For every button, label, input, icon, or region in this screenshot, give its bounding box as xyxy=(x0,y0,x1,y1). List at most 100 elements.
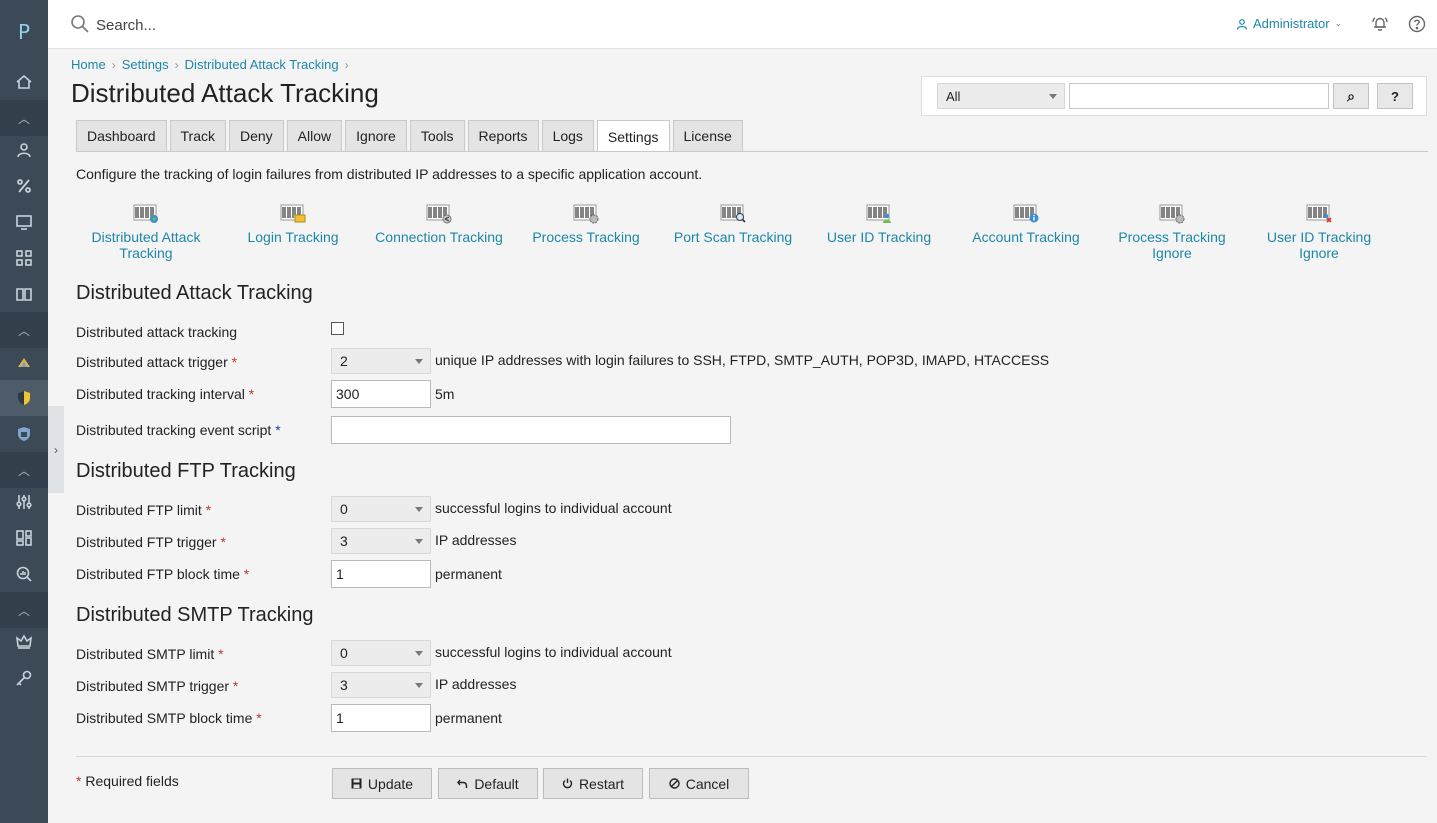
app-logo[interactable]: P xyxy=(0,14,48,50)
chevron-down-icon: ⌄ xyxy=(1334,18,1343,28)
tool-account-tracking[interactable]: Account Tracking xyxy=(953,203,1099,245)
notifications-icon[interactable] xyxy=(1371,15,1389,33)
tab-tools[interactable]: Tools xyxy=(409,120,465,151)
user-icon xyxy=(1236,18,1248,30)
tab-license[interactable]: License xyxy=(672,120,743,151)
dropdown-arrow-icon xyxy=(415,507,423,512)
shield-icon[interactable] xyxy=(0,416,48,452)
tool-login-tracking[interactable]: Login Tracking xyxy=(220,203,366,245)
dashboard-icon[interactable] xyxy=(0,520,48,556)
label-text: Distributed SMTP block time xyxy=(76,710,253,726)
power-icon xyxy=(562,778,573,789)
required-marker: * xyxy=(243,566,250,582)
process-ignore-icon xyxy=(1159,204,1185,224)
extension-icon[interactable] xyxy=(0,344,48,380)
search-analytics-icon[interactable] xyxy=(0,556,48,592)
select-value: 2 xyxy=(340,353,348,369)
magnifier-icon: ⌕ xyxy=(1347,87,1355,104)
attack-tracking-checkbox[interactable] xyxy=(331,322,344,335)
dropdown-arrow-icon xyxy=(415,651,423,656)
ftp-block-time-suffix: permanent xyxy=(435,566,502,582)
sliders-icon[interactable] xyxy=(0,484,48,520)
cancel-button[interactable]: Cancel xyxy=(649,768,749,799)
tab-ignore[interactable]: Ignore xyxy=(345,120,407,151)
event-script-input[interactable] xyxy=(331,416,731,444)
default-button[interactable]: Default xyxy=(438,768,538,799)
breadcrumb-settings[interactable]: Settings xyxy=(122,57,169,72)
tab-reports[interactable]: Reports xyxy=(467,120,539,151)
user-icon[interactable] xyxy=(0,132,48,168)
ftp-limit-label: Distributed FTP limit * xyxy=(76,502,211,518)
breadcrumb-home[interactable]: Home xyxy=(71,57,106,72)
required-marker: * xyxy=(231,354,238,370)
tool-process-tracking[interactable]: Process Tracking xyxy=(513,203,659,245)
ftp-trigger-suffix: IP addresses xyxy=(435,532,517,548)
book-icon[interactable] xyxy=(0,276,48,312)
chevron-up-icon: ︿ xyxy=(17,463,30,478)
page-title: Distributed Attack Tracking xyxy=(71,78,379,108)
key-icon[interactable] xyxy=(0,660,48,696)
chevron-up-icon: ︿ xyxy=(17,111,30,126)
dropdown-arrow-icon xyxy=(415,359,423,364)
tool-label-line2: Tracking xyxy=(119,245,173,261)
tool-user-id-tracking-ignore[interactable]: User ID Tracking Ignore xyxy=(1246,203,1392,261)
required-marker: * xyxy=(275,422,281,438)
update-button[interactable]: Update xyxy=(332,768,432,799)
tool-connection-tracking[interactable]: Connection Tracking xyxy=(366,203,512,245)
attack-trigger-label: Distributed attack trigger * xyxy=(76,354,237,370)
smtp-block-time-input[interactable] xyxy=(331,704,431,732)
tab-allow[interactable]: Allow xyxy=(286,120,343,151)
breadcrumb: Home › Settings › Distributed Attack Tra… xyxy=(71,57,349,72)
restart-button[interactable]: Restart xyxy=(543,768,643,799)
tool-process-tracking-ignore[interactable]: Process Tracking Ignore xyxy=(1099,203,1245,261)
nav-group-toggle-2[interactable]: ︿ xyxy=(0,312,48,348)
shield-active-icon[interactable] xyxy=(0,380,48,416)
apps-grid-icon[interactable] xyxy=(0,240,48,276)
percent-icon[interactable] xyxy=(0,168,48,204)
tool-distributed-attack-tracking[interactable]: Distributed Attack Tracking xyxy=(73,203,219,261)
top-bar: Administrator ⌄ xyxy=(48,0,1437,49)
cancel-label: Cancel xyxy=(685,775,730,792)
user-name: Administrator xyxy=(1253,16,1330,31)
attack-trigger-select[interactable]: 2 xyxy=(331,348,431,374)
tab-settings[interactable]: Settings xyxy=(596,120,670,152)
ftp-block-time-input[interactable] xyxy=(331,560,431,588)
tool-label-line1: Port Scan Tracking xyxy=(673,229,793,245)
global-search-input[interactable] xyxy=(94,12,498,38)
quick-search-input[interactable] xyxy=(1069,83,1329,109)
label-text: Distributed SMTP limit xyxy=(76,646,215,662)
tab-deny[interactable]: Deny xyxy=(228,120,284,151)
ftp-limit-select[interactable]: 0 xyxy=(331,496,431,522)
search-scope-select[interactable]: All xyxy=(937,83,1065,109)
nav-group-toggle-4[interactable]: ︿ xyxy=(0,592,48,628)
tool-label-line2: Ignore xyxy=(1152,245,1192,261)
ftp-trigger-select[interactable]: 3 xyxy=(331,528,431,554)
page-description: Configure the tracking of login failures… xyxy=(76,166,703,182)
user-menu[interactable]: Administrator ⌄ xyxy=(1236,16,1342,31)
tab-logs[interactable]: Logs xyxy=(541,120,594,151)
quick-search-help-button[interactable]: ? xyxy=(1377,83,1413,109)
breadcrumb-separator-icon: › xyxy=(111,57,116,72)
help-icon[interactable] xyxy=(1408,15,1426,33)
tab-track[interactable]: Track xyxy=(169,120,226,151)
tracking-interval-input[interactable] xyxy=(331,380,431,408)
crown-icon[interactable] xyxy=(0,624,48,660)
tool-user-id-tracking[interactable]: User ID Tracking xyxy=(806,203,952,245)
section-title-ftp: Distributed FTP Tracking xyxy=(76,460,296,482)
tool-port-scan-tracking[interactable]: Port Scan Tracking xyxy=(660,203,806,245)
required-marker: * xyxy=(220,534,226,550)
home-icon[interactable] xyxy=(0,64,48,100)
smtp-limit-select[interactable]: 0 xyxy=(331,640,431,666)
sidebar-expand-handle[interactable]: › xyxy=(48,406,64,493)
breadcrumb-current[interactable]: Distributed Attack Tracking xyxy=(185,57,339,72)
nav-group-toggle-1[interactable]: ︿ xyxy=(0,100,48,136)
tab-dashboard[interactable]: Dashboard xyxy=(76,120,167,151)
tool-label-line1: User ID Tracking xyxy=(826,229,932,245)
monitor-icon[interactable] xyxy=(0,204,48,240)
nav-group-toggle-3[interactable]: ︿ xyxy=(0,452,48,488)
quick-search-button[interactable]: ⌕ xyxy=(1333,83,1369,109)
smtp-trigger-select[interactable]: 3 xyxy=(331,672,431,698)
required-marker: * xyxy=(248,386,255,402)
logo-letter: P xyxy=(17,20,31,44)
attack-trigger-suffix: unique IP addresses with login failures … xyxy=(435,352,1050,368)
